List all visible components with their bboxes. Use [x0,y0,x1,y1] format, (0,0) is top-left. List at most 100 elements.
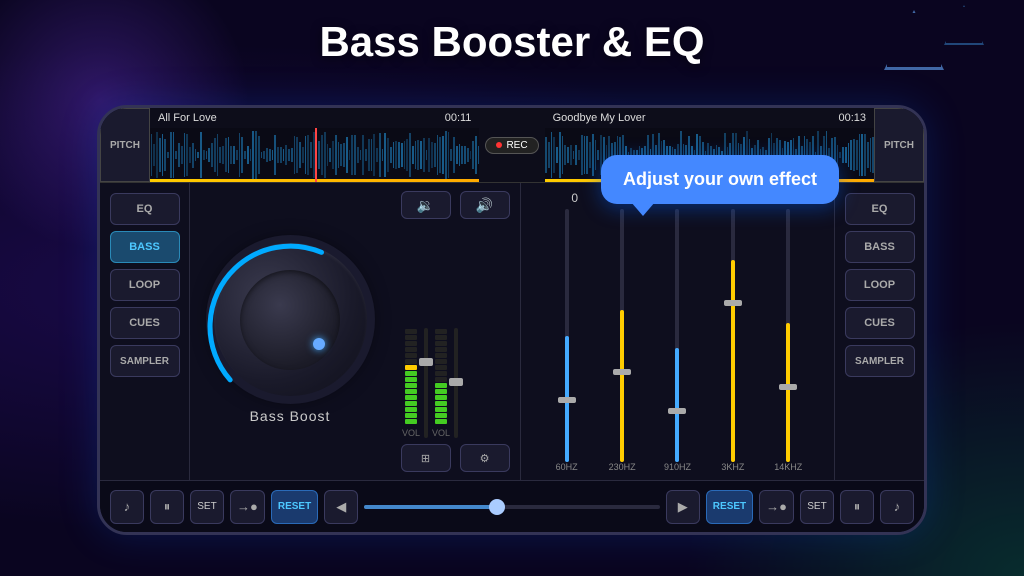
set-button-left[interactable]: SET [190,490,224,524]
set-button-right[interactable]: SET [800,490,834,524]
page-title: Bass Booster & EQ [0,18,1024,66]
right-bass-button[interactable]: BASS [845,231,915,263]
vu-left-bars [405,314,417,424]
eq-slider-thumb-1 [613,369,631,375]
eq-freq-label-0: 60HZ [547,462,587,472]
rec-area: REC [479,108,544,182]
pitch-right-button[interactable]: PITCH [874,108,924,182]
progress-bar[interactable] [364,505,660,509]
vu-slider-right[interactable] [454,328,458,438]
vu-right-column: VOL [432,314,450,438]
eq-slider-thumb-4 [779,384,797,390]
eq-slider-fill-3 [731,260,735,462]
vu-left-column: VOL [402,314,420,438]
music-icon-left[interactable]: ♪ [110,490,144,524]
waveform-left: All For Love 00:11 [150,108,479,182]
vu-meters: VOL VOL [398,225,512,438]
vu-top-buttons: 🔉 🔊 [398,191,512,219]
track-time-left: 00:11 [445,112,472,124]
left-bass-button[interactable]: BASS [110,231,180,263]
eq-freq-label-3: 3KHZ [713,462,753,472]
eq-section: 070100 60HZ230HZ910HZ3KHZ14KHZ [520,183,834,480]
eq-freq-labels: 60HZ 230HZ 910HZ 3KHZ 14KHZ [529,462,826,472]
eq-slider-track-3[interactable] [731,209,735,462]
music-icon-right[interactable]: ♪ [880,490,914,524]
knob-indicator [313,338,325,350]
vu-grid-button[interactable]: ⊞ [401,444,451,472]
track-info-right: Goodbye My Lover 00:13 [545,108,874,128]
eq-slider-col-1 [620,209,624,462]
eq-slider-col-4 [786,209,790,462]
vu-right-label: VOL [432,428,450,438]
knob-label: Bass Boost [250,408,331,424]
pause-button-right[interactable]: ⏸ [840,490,874,524]
vol-down-button[interactable]: 🔉 [401,191,451,219]
playhead [315,128,317,182]
right-cues-button[interactable]: CUES [845,307,915,339]
reset-button-right[interactable]: RESET [706,490,753,524]
reset-button-left[interactable]: RESET [271,490,318,524]
vu-settings-button[interactable]: ⚙ [460,444,510,472]
eq-slider-col-3 [731,209,735,462]
knob-outer [213,242,368,397]
right-loop-button[interactable]: LOOP [845,269,915,301]
eq-slider-col-0 [565,209,569,462]
bass-knob[interactable] [210,240,370,400]
vu-slider-left[interactable] [424,328,428,438]
right-eq-button[interactable]: EQ [845,193,915,225]
prev-button[interactable]: ◀ [324,490,358,524]
eq-slider-track-0[interactable] [565,209,569,462]
tooltip-bubble: Adjust your own effect [601,155,839,204]
progress-fill [364,505,497,509]
eq-slider-col-2 [675,209,679,462]
vol-up-button[interactable]: 🔊 [460,191,510,219]
vu-bottom-buttons: ⊞ ⚙ [398,444,512,472]
track-info-left: All For Love 00:11 [150,108,479,128]
progress-thumb [489,499,505,515]
vu-section: 🔉 🔊 VOL VOL [390,183,520,480]
pause-button-left[interactable]: ⏸ [150,490,184,524]
right-panel: EQ BASS LOOP CUES SAMPLER [834,183,924,480]
vu-slider-right-thumb [449,378,463,386]
track-time-right: 00:13 [838,112,866,124]
track-name-right: Goodbye My Lover [553,112,829,124]
bottom-transport: ♪ ⏸ SET →● RESET ◀ ▶ RESET →● SET ⏸ ♪ [100,480,924,532]
left-eq-button[interactable]: EQ [110,193,180,225]
left-panel: EQ BASS LOOP CUES SAMPLER [100,183,190,480]
right-sampler-button[interactable]: SAMPLER [845,345,915,377]
left-sampler-button[interactable]: SAMPLER [110,345,180,377]
rec-dot [496,142,502,148]
eq-slider-track-2[interactable] [675,209,679,462]
eq-value-0: 0 [555,191,595,205]
tooltip-text: Adjust your own effect [623,169,817,189]
eq-sliders [529,209,826,462]
track-name-left: All For Love [158,112,435,124]
vu-slider-left-thumb [419,358,433,366]
main-area: EQ BASS LOOP CUES SAMPLER [100,183,924,480]
eq-freq-label-4: 14KHZ [768,462,808,472]
eq-slider-track-4[interactable] [786,209,790,462]
vu-left-label: VOL [402,428,420,438]
eq-slider-fill-4 [786,323,790,462]
arrow-button-left[interactable]: →● [230,490,265,524]
rec-button[interactable]: REC [485,137,538,154]
eq-freq-label-1: 230HZ [602,462,642,472]
next-button[interactable]: ▶ [666,490,700,524]
eq-slider-track-1[interactable] [620,209,624,462]
waveform-canvas-left [150,128,479,182]
knob-inner [240,270,340,370]
eq-slider-fill-0 [565,336,569,463]
eq-slider-fill-1 [620,310,624,462]
pitch-left-button[interactable]: PITCH [100,108,150,182]
left-cues-button[interactable]: CUES [110,307,180,339]
eq-slider-thumb-3 [724,300,742,306]
eq-freq-label-2: 910HZ [657,462,697,472]
eq-slider-thumb-0 [558,397,576,403]
eq-slider-fill-2 [675,348,679,462]
knob-area: Bass Boost [190,183,390,480]
vu-right-bars [435,314,447,424]
rec-label: REC [506,140,527,151]
left-loop-button[interactable]: LOOP [110,269,180,301]
arrow-button-right[interactable]: →● [759,490,794,524]
eq-slider-thumb-2 [668,408,686,414]
